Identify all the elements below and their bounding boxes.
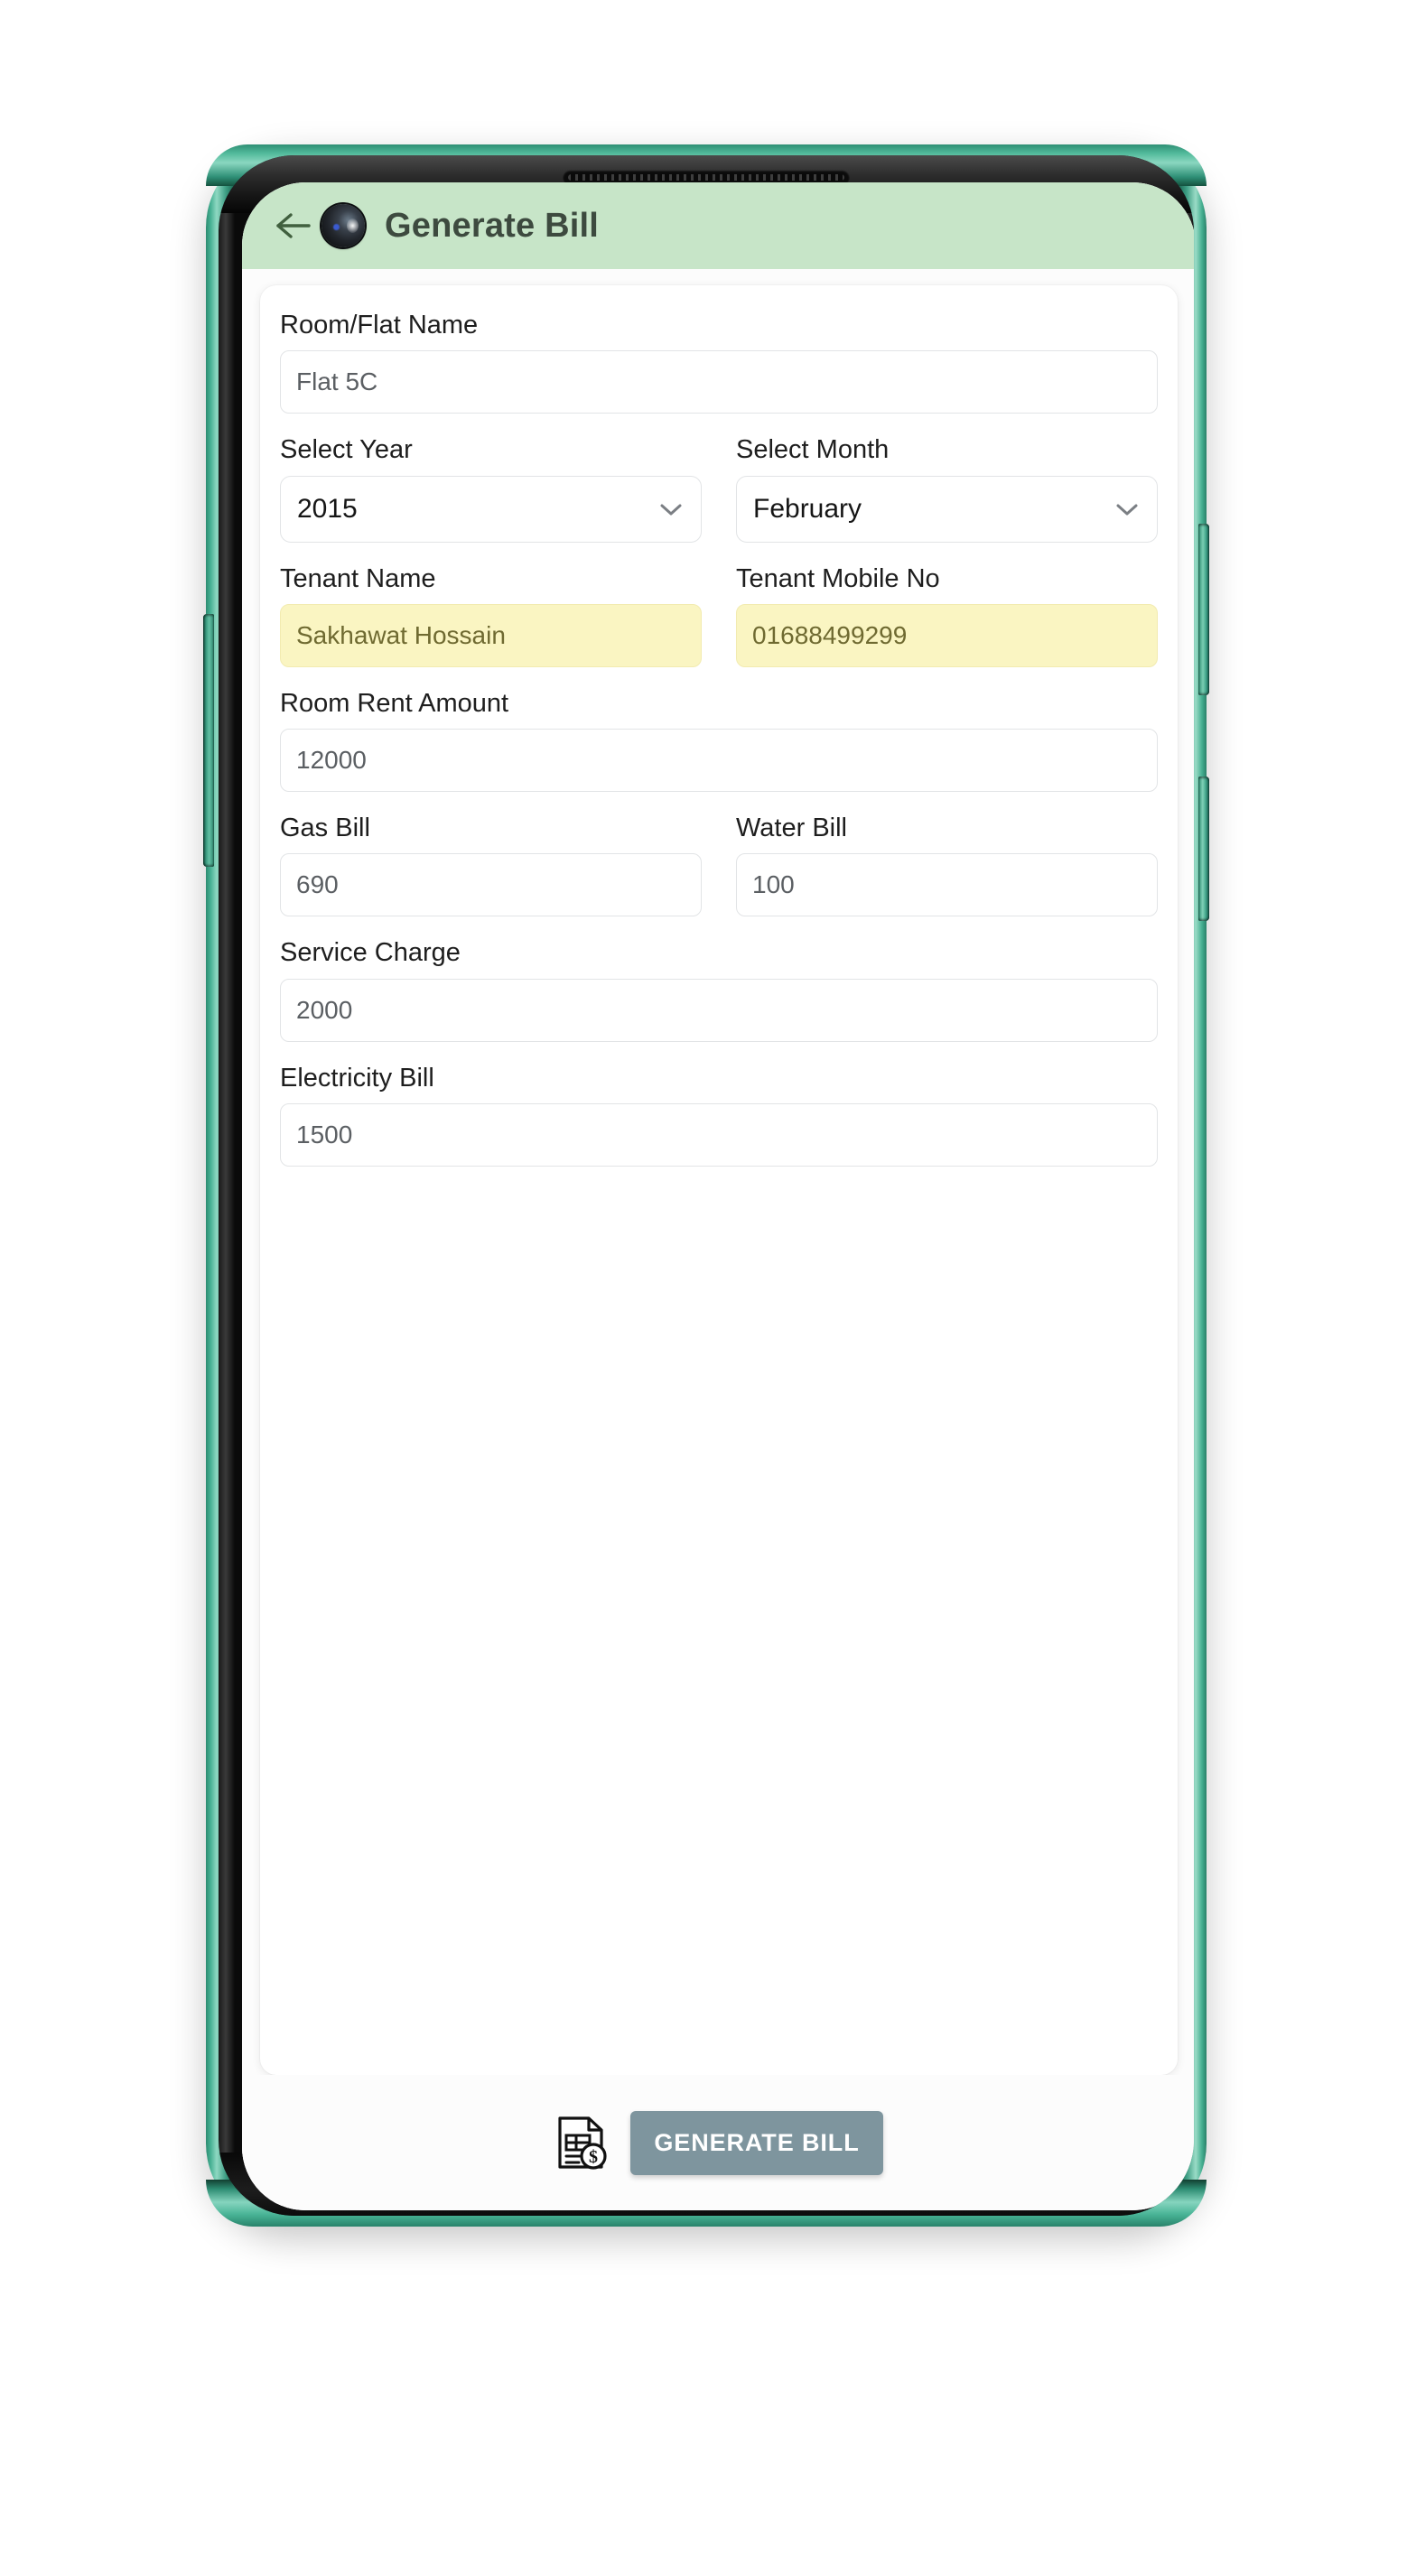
room-rent-amount-label: Room Rent Amount [280, 688, 509, 718]
field-tenant-name: Tenant Name Sakhawat Hossain [280, 563, 702, 667]
select-year-value: 2015 [297, 493, 358, 524]
year-month-row: Select Year 2015 Select Month February [280, 433, 1158, 543]
left-side-button[interactable] [203, 614, 214, 867]
gas-bill-label: Gas Bill [280, 814, 370, 842]
water-bill-value: 100 [752, 870, 795, 899]
app-bar: Generate Bill [242, 182, 1194, 269]
electricity-bill-value: 1500 [296, 1120, 353, 1149]
field-select-month: Select Month February [736, 433, 1158, 543]
phone-screen: Generate Bill Room/Flat Name Flat 5C Sel… [242, 182, 1194, 2210]
room-rent-amount-value: 12000 [296, 746, 367, 774]
page-title: Generate Bill [385, 206, 600, 245]
electricity-bill-label: Electricity Bill [280, 1063, 434, 1093]
room-flat-name-label: Room/Flat Name [280, 311, 479, 339]
field-select-year: Select Year 2015 [280, 433, 702, 543]
svg-text:$: $ [589, 2147, 598, 2167]
field-service-charge: Service Charge 2000 [280, 936, 1158, 1042]
field-room-rent-amount: Room Rent Amount 12000 [280, 687, 1158, 792]
generate-bill-button[interactable]: GENERATE BILL [630, 2110, 883, 2175]
water-bill-input[interactable]: 100 [736, 853, 1158, 917]
volume-rocker-button[interactable] [1198, 524, 1209, 695]
service-charge-label: Service Charge [280, 938, 461, 968]
front-camera-punch-hole [321, 204, 365, 247]
gas-bill-value: 690 [296, 870, 339, 899]
tenant-name-input[interactable]: Sakhawat Hossain [280, 603, 702, 667]
field-tenant-mobile: Tenant Mobile No 01688499299 [736, 563, 1158, 667]
invoice-dollar-icon: $ [558, 2116, 607, 2170]
select-month-label: Select Month [736, 435, 890, 465]
chevron-down-icon [660, 504, 682, 515]
field-electricity-bill: Electricity Bill 1500 [280, 1062, 1158, 1167]
field-water-bill: Water Bill 100 [736, 812, 1158, 917]
bill-form-card: Room/Flat Name Flat 5C Select Year 2015 [260, 285, 1178, 2075]
chevron-down-icon [1116, 504, 1138, 515]
tenant-mobile-label: Tenant Mobile No [736, 563, 940, 593]
service-charge-input[interactable]: 2000 [280, 978, 1158, 1042]
service-charge-value: 2000 [296, 995, 353, 1024]
form-scroll-area[interactable]: Room/Flat Name Flat 5C Select Year 2015 [242, 269, 1194, 2075]
tenant-name-label: Tenant Name [280, 563, 436, 593]
electricity-bill-input[interactable]: 1500 [280, 1102, 1158, 1167]
tenant-mobile-value: 01688499299 [752, 620, 908, 649]
water-bill-label: Water Bill [736, 814, 847, 842]
gas-bill-input[interactable]: 690 [280, 853, 702, 917]
tenant-name-value: Sakhawat Hossain [296, 620, 506, 649]
gas-water-row: Gas Bill 690 Water Bill 100 [280, 812, 1158, 917]
select-year-dropdown[interactable]: 2015 [280, 475, 702, 543]
select-month-value: February [753, 493, 862, 524]
phone-bezel: Generate Bill Room/Flat Name Flat 5C Sel… [219, 155, 1194, 2216]
select-year-label: Select Year [280, 435, 413, 465]
app-root: Generate Bill Room/Flat Name Flat 5C Sel… [242, 182, 1194, 2210]
select-month-dropdown[interactable]: February [736, 475, 1158, 543]
tenant-mobile-input[interactable]: 01688499299 [736, 603, 1158, 667]
arrow-left-icon[interactable] [273, 208, 314, 244]
room-flat-name-value: Flat 5C [296, 367, 378, 396]
phone-device-frame: Generate Bill Room/Flat Name Flat 5C Sel… [203, 144, 1209, 2227]
tenant-row: Tenant Name Sakhawat Hossain Tenant Mobi… [280, 563, 1158, 667]
room-flat-name-input[interactable]: Flat 5C [280, 350, 1158, 414]
room-rent-amount-input[interactable]: 12000 [280, 729, 1158, 792]
footer-action-bar: $ GENERATE BILL [242, 2075, 1194, 2210]
power-button[interactable] [1198, 777, 1209, 921]
field-gas-bill: Gas Bill 690 [280, 812, 702, 917]
field-room-flat-name: Room/Flat Name Flat 5C [280, 309, 1158, 414]
